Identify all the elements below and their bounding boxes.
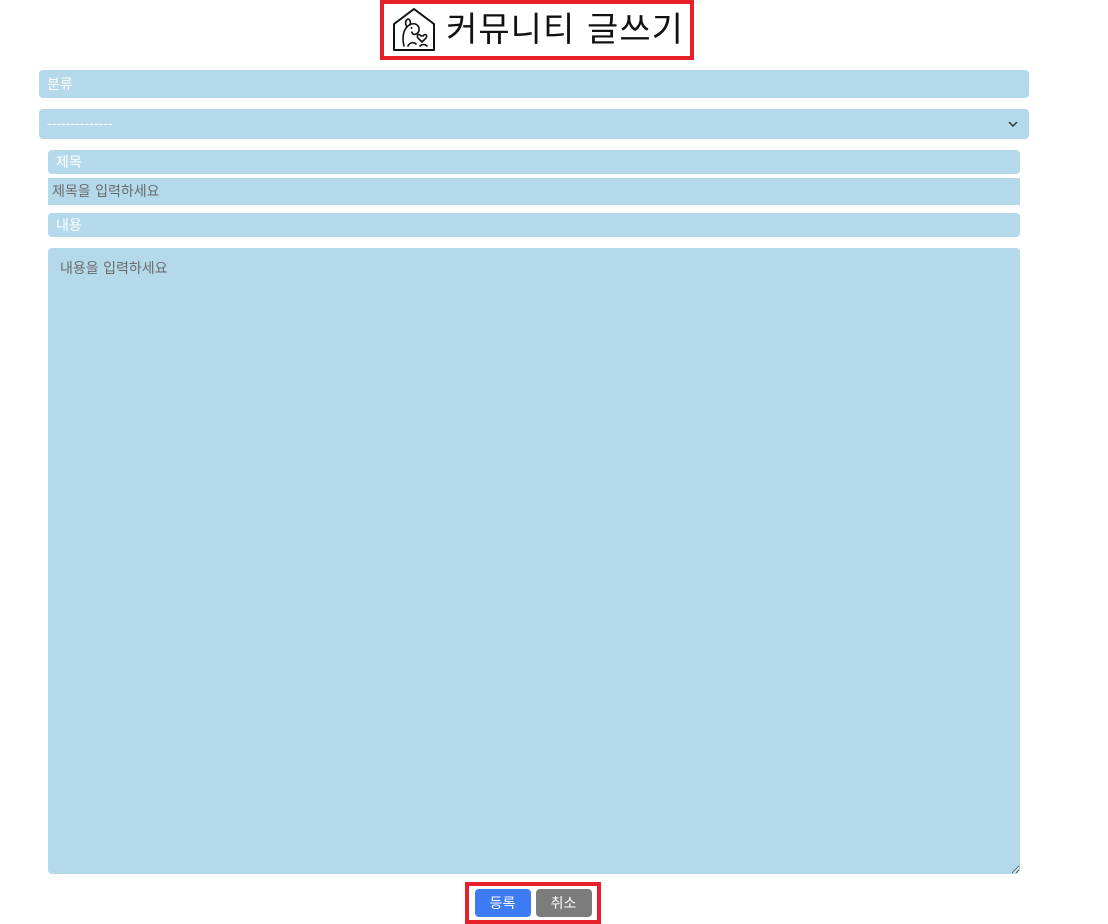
category-selected-value: --------------: [47, 116, 113, 132]
subject-label: 제목: [48, 150, 1020, 174]
submit-button[interactable]: 등록: [474, 889, 531, 917]
cancel-button[interactable]: 취소: [535, 889, 592, 917]
community-write-page: 커뮤니티 글쓰기 분류 -------------- 제목 내용 등록 취소: [0, 0, 1108, 924]
dog-house-heart-icon: [390, 6, 438, 54]
subject-input[interactable]: [48, 178, 1020, 205]
page-title: 커뮤니티 글쓰기: [446, 10, 684, 50]
title-group: 커뮤니티 글쓰기: [390, 6, 684, 54]
category-label: 분류: [39, 70, 1029, 98]
content-textarea[interactable]: [48, 248, 1020, 874]
title-highlight-box: 커뮤니티 글쓰기: [380, 0, 694, 60]
category-select[interactable]: --------------: [39, 109, 1029, 139]
action-buttons-highlight-box: 등록 취소: [465, 882, 601, 924]
content-label: 내용: [48, 213, 1020, 237]
chevron-down-icon: [1007, 118, 1019, 130]
